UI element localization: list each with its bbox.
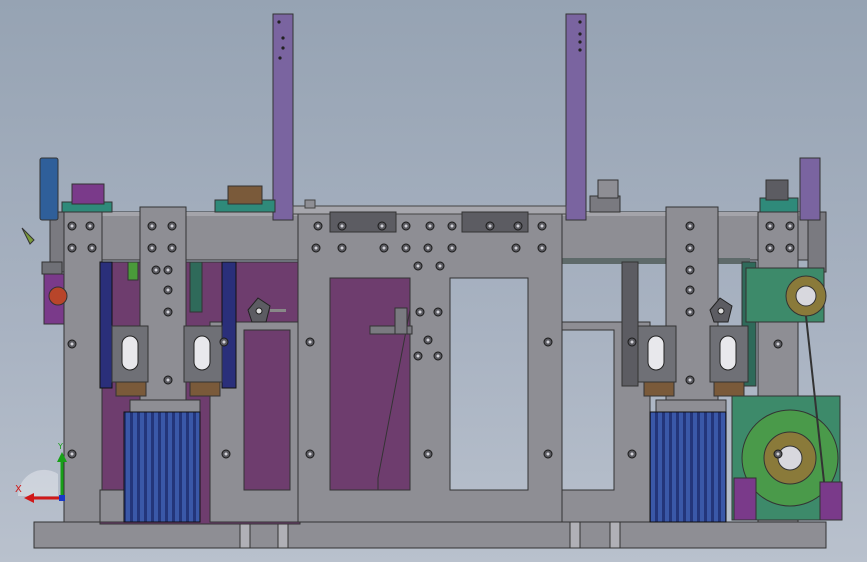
coordinate-triad: X Y — [14, 442, 74, 512]
fastener-hole-center — [436, 354, 440, 358]
fastener-hole-center — [688, 224, 692, 228]
fastener-hole-center — [776, 342, 780, 346]
fastener-hole-center — [426, 338, 430, 342]
z-axis-marker — [59, 495, 65, 501]
fastener-hole-center — [426, 452, 430, 456]
fastener-hole-center — [546, 340, 550, 344]
fastener-hole-center — [630, 452, 634, 456]
slot-block-left-2 — [183, 325, 223, 397]
fastener-hole-center — [224, 452, 228, 456]
fastener-hole-center — [416, 354, 420, 358]
slot-block-left-1 — [111, 325, 149, 397]
right-handle — [799, 157, 821, 221]
fastener-hole-center — [308, 340, 312, 344]
fastener-hole-center — [426, 246, 430, 250]
fastener-hole-center — [438, 264, 442, 268]
fastener-hole-center — [70, 246, 74, 250]
fastener-hole-center — [630, 340, 634, 344]
fastener-hole-center — [768, 246, 772, 250]
fastener-hole-center — [688, 378, 692, 382]
left-servo-motor — [123, 399, 201, 523]
fastener-hole-center — [314, 246, 318, 250]
x-axis-label: X — [15, 484, 22, 495]
left-tall-upright — [272, 13, 294, 221]
axis-triad-icon — [17, 452, 67, 503]
fastener-hole-center — [380, 224, 384, 228]
fastener-hole-center — [70, 224, 74, 228]
fastener-hole-center — [418, 310, 422, 314]
fastener-hole-center — [516, 224, 520, 228]
y-axis-label: Y — [58, 442, 63, 451]
fastener-hole-center — [540, 224, 544, 228]
fastener-hole-center — [404, 224, 408, 228]
slot-block-right-2 — [709, 325, 749, 397]
fastener-hole-center — [88, 224, 92, 228]
fastener-hole-center — [340, 224, 344, 228]
fastener-hole-center — [340, 246, 344, 250]
fixture-assembly-drawing — [21, 13, 843, 549]
fastener-hole-center — [768, 224, 772, 228]
fastener-hole-center — [436, 310, 440, 314]
fastener-hole-center — [540, 246, 544, 250]
fastener-hole-center — [222, 340, 226, 344]
slot-block-right-1 — [637, 325, 677, 397]
fastener-hole-center — [166, 378, 170, 382]
fastener-hole-center — [166, 310, 170, 314]
fastener-hole-center — [166, 288, 170, 292]
fastener-hole-center — [170, 246, 174, 250]
fastener-hole-center — [382, 246, 386, 250]
fastener-hole-center — [688, 310, 692, 314]
fastener-hole-center — [450, 246, 454, 250]
fastener-hole-center — [170, 224, 174, 228]
fastener-hole-center — [90, 246, 94, 250]
center-frame — [297, 211, 563, 523]
fastener-hole-center — [154, 268, 158, 272]
fastener-hole-center — [546, 452, 550, 456]
upper-reel — [745, 267, 827, 323]
fastener-hole-center — [776, 452, 780, 456]
top-clamp-middle — [214, 185, 276, 213]
right-servo-motor — [649, 399, 727, 523]
fastener-hole-center — [788, 224, 792, 228]
fastener-hole-center — [450, 224, 454, 228]
fastener-hole-center — [150, 246, 154, 250]
fastener-hole-center — [788, 246, 792, 250]
fastener-hole-center — [688, 288, 692, 292]
fastener-hole-center — [166, 268, 170, 272]
fastener-hole-center — [316, 224, 320, 228]
fastener-hole-center — [428, 224, 432, 228]
right-tall-upright — [565, 13, 587, 221]
fastener-hole-center — [688, 268, 692, 272]
fastener-hole-center — [688, 246, 692, 250]
fastener-hole-center — [514, 246, 518, 250]
fastener-hole-center — [150, 224, 154, 228]
fastener-hole-center — [488, 224, 492, 228]
fastener-hole-center — [404, 246, 408, 250]
top-clamp-left — [61, 183, 113, 213]
base-plate — [33, 521, 827, 549]
fastener-hole-center — [70, 342, 74, 346]
fastener-hole-center — [308, 452, 312, 456]
cad-viewport[interactable]: X Y — [0, 0, 867, 562]
fastener-hole-center — [416, 264, 420, 268]
